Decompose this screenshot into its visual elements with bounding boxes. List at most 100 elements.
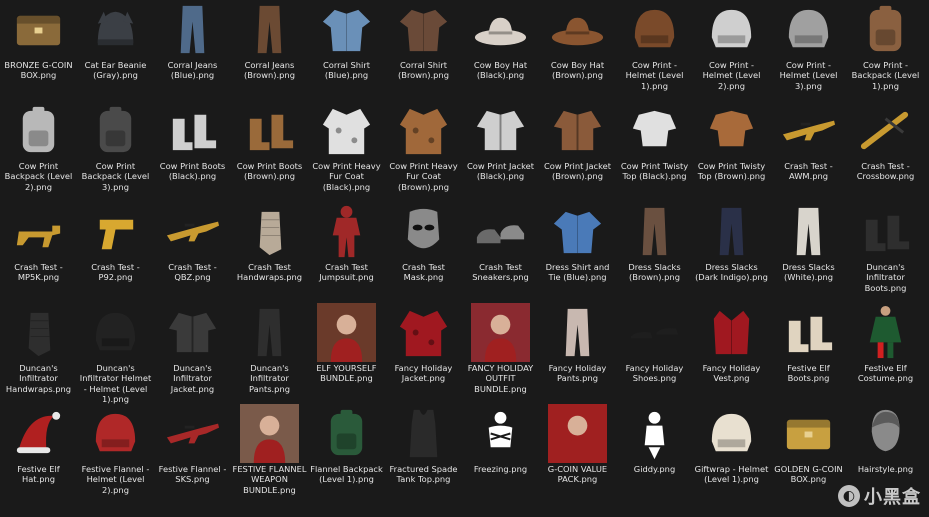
- file-item[interactable]: Duncan's Infiltrator Helmet - Helmet (Le…: [77, 303, 154, 404]
- file-name: Crash Test Handwraps.png: [236, 262, 303, 283]
- file-item[interactable]: Flannel Backpack (Level 1).png: [308, 404, 385, 505]
- file-name: Duncan's Infiltrator Pants.png: [249, 363, 290, 394]
- file-item[interactable]: Cat Ear Beanie (Gray).png: [77, 0, 154, 101]
- rifle-icon: [163, 202, 222, 261]
- file-item[interactable]: Crash Test - AWM.png: [770, 101, 847, 202]
- file-item[interactable]: Duncan's Infiltrator Pants.png: [231, 303, 308, 404]
- pants-icon: [240, 303, 299, 362]
- file-item[interactable]: Cow Print Backpack (Level 3).png: [77, 101, 154, 202]
- file-item[interactable]: Corral Shirt (Blue).png: [308, 0, 385, 101]
- file-item[interactable]: Dress Slacks (Dark Indigo).png: [693, 202, 770, 303]
- file-name: Cow Print - Backpack (Level 1).png: [851, 60, 920, 91]
- pants-icon: [625, 202, 684, 261]
- file-item[interactable]: Corral Shirt (Brown).png: [385, 0, 462, 101]
- watermark-text: 小黑盒: [864, 487, 921, 508]
- file-item[interactable]: BRONZE G-COIN BOX.png: [0, 0, 77, 101]
- file-item[interactable]: Fractured Spade Tank Top.png: [385, 404, 462, 505]
- file-item[interactable]: Cow Print Heavy Fur Coat (Brown).png: [385, 101, 462, 202]
- file-item[interactable]: Duncan's Infiltrator Handwraps.png: [0, 303, 77, 404]
- file-item[interactable]: Cow Boy Hat (Brown).png: [539, 0, 616, 101]
- file-name: Crash Test - MP5K.png: [14, 262, 63, 283]
- file-item[interactable]: Dress Shirt and Tie (Blue).png: [539, 202, 616, 303]
- file-item[interactable]: Dress Slacks (Brown).png: [616, 202, 693, 303]
- file-item[interactable]: Cow Print - Helmet (Level 3).png: [770, 0, 847, 101]
- elf-hat-icon: [9, 404, 68, 463]
- crate-icon: [9, 0, 68, 59]
- file-item[interactable]: Freezing.png: [462, 404, 539, 505]
- file-name: Cow Print Twisty Top (Brown).png: [697, 161, 766, 182]
- file-item[interactable]: Fancy Holiday Jacket.png: [385, 303, 462, 404]
- file-name: Cow Boy Hat (Black).png: [473, 60, 528, 81]
- tanktop-icon: [394, 404, 453, 463]
- file-item[interactable]: Duncan's Infiltrator Jacket.png: [154, 303, 231, 404]
- file-name: Festive Elf Boots.png: [787, 363, 830, 384]
- file-item[interactable]: Cow Print Jacket (Black).png: [462, 101, 539, 202]
- file-item[interactable]: ELF YOURSELF BUNDLE.png: [308, 303, 385, 404]
- head-icon: [856, 404, 915, 463]
- backpack-icon: [317, 404, 376, 463]
- file-name: Fancy Holiday Pants.png: [548, 363, 607, 384]
- file-item[interactable]: Crash Test - QBZ.png: [154, 202, 231, 303]
- file-name: Freezing.png: [473, 464, 528, 474]
- file-name: Duncan's Infiltrator Handwraps.png: [5, 363, 72, 394]
- file-name: Cow Print Jacket (Black).png: [467, 161, 534, 182]
- file-item[interactable]: Festive Flannel - Helmet (Level 2).png: [77, 404, 154, 505]
- file-item[interactable]: Duncan's Infiltrator Boots.png: [847, 202, 924, 303]
- file-item[interactable]: Giddy.png: [616, 404, 693, 505]
- file-item[interactable]: Crash Test Jumpsuit.png: [308, 202, 385, 303]
- emote-giddy-icon: [625, 404, 684, 463]
- file-item[interactable]: Cow Print Twisty Top (Brown).png: [693, 101, 770, 202]
- file-item[interactable]: FANCY HOLIDAY OUTFIT BUNDLE.png: [462, 303, 539, 404]
- sneakers-icon: [471, 202, 530, 261]
- file-name: ELF YOURSELF BUNDLE.png: [316, 363, 377, 384]
- backpack-icon: [856, 0, 915, 59]
- file-item[interactable]: Cow Print Jacket (Brown).png: [539, 101, 616, 202]
- file-item[interactable]: Cow Print Twisty Top (Black).png: [616, 101, 693, 202]
- file-name: Cow Print Backpack (Level 3).png: [81, 161, 150, 192]
- file-item[interactable]: Crash Test Mask.png: [385, 202, 462, 303]
- file-name: Crash Test - QBZ.png: [168, 262, 217, 283]
- file-item[interactable]: Fancy Holiday Pants.png: [539, 303, 616, 404]
- file-item[interactable]: Cow Print Boots (Black).png: [154, 101, 231, 202]
- file-name: Dress Slacks (Dark Indigo).png: [695, 262, 768, 283]
- file-item[interactable]: Festive Flannel - SKS.png: [154, 404, 231, 505]
- file-item[interactable]: Festive Elf Costume.png: [847, 303, 924, 404]
- vest-icon: [702, 303, 761, 362]
- file-name: Hairstyle.png: [857, 464, 914, 474]
- file-item[interactable]: Crash Test Sneakers.png: [462, 202, 539, 303]
- file-item[interactable]: Cow Print - Helmet (Level 1).png: [616, 0, 693, 101]
- file-grid: BRONZE G-COIN BOX.png Cat Ear Beanie (Gra…: [0, 0, 929, 517]
- file-item[interactable]: Corral Jeans (Blue).png: [154, 0, 231, 101]
- coat-icon: [394, 101, 453, 160]
- file-item[interactable]: GOLDEN G-COIN BOX.png: [770, 404, 847, 505]
- file-name: Festive Flannel - SKS.png: [158, 464, 227, 485]
- file-item[interactable]: FESTIVE FLANNEL WEAPON BUNDLE.png: [231, 404, 308, 505]
- handwraps-icon: [9, 303, 68, 362]
- file-name: Cow Print Boots (Brown).png: [236, 161, 303, 182]
- file-item[interactable]: Giftwrap - Helmet (Level 1).png: [693, 404, 770, 505]
- file-item[interactable]: Crash Test Handwraps.png: [231, 202, 308, 303]
- file-item[interactable]: Cow Print Backpack (Level 2).png: [0, 101, 77, 202]
- file-item[interactable]: Crash Test - P92.png: [77, 202, 154, 303]
- file-item[interactable]: Cow Print - Backpack (Level 1).png: [847, 0, 924, 101]
- file-item[interactable]: Cow Print - Helmet (Level 2).png: [693, 0, 770, 101]
- file-name: Cow Print Heavy Fur Coat (Black).png: [312, 161, 381, 192]
- file-item[interactable]: Cow Boy Hat (Black).png: [462, 0, 539, 101]
- file-item[interactable]: Corral Jeans (Brown).png: [231, 0, 308, 101]
- file-item[interactable]: Crash Test - Crossbow.png: [847, 101, 924, 202]
- file-name: Festive Elf Hat.png: [17, 464, 60, 485]
- file-item[interactable]: Festive Elf Boots.png: [770, 303, 847, 404]
- backpack-icon: [86, 101, 145, 160]
- bundle-photo-icon: [240, 404, 299, 463]
- helmet-icon: [702, 0, 761, 59]
- file-item[interactable]: G-COIN VALUE PACK.png: [539, 404, 616, 505]
- file-item[interactable]: Festive Elf Hat.png: [0, 404, 77, 505]
- file-item[interactable]: Crash Test - MP5K.png: [0, 202, 77, 303]
- file-item[interactable]: Cow Print Heavy Fur Coat (Black).png: [308, 101, 385, 202]
- file-item[interactable]: Fancy Holiday Shoes.png: [616, 303, 693, 404]
- file-item[interactable]: Fancy Holiday Vest.png: [693, 303, 770, 404]
- boots-icon: [163, 101, 222, 160]
- crate-icon: [779, 404, 838, 463]
- file-item[interactable]: Dress Slacks (White).png: [770, 202, 847, 303]
- file-item[interactable]: Cow Print Boots (Brown).png: [231, 101, 308, 202]
